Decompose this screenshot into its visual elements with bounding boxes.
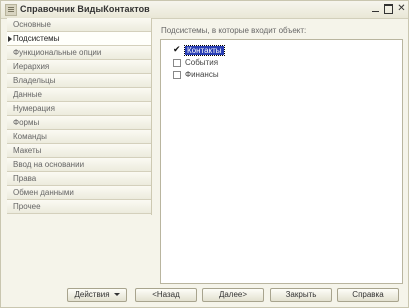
sidebar-item-label: Основные — [13, 20, 51, 29]
next-button[interactable]: Далее> — [202, 288, 264, 302]
sidebar-item-label: Формы — [13, 118, 40, 127]
window-title: Справочник ВидыКонтактов — [20, 4, 150, 14]
sidebar-item-main[interactable]: Основные — [7, 18, 151, 32]
sidebar-item-forms[interactable]: Формы — [7, 116, 151, 130]
arrow-right-icon — [8, 36, 12, 42]
app-icon — [5, 4, 17, 16]
sidebar-item-rights[interactable]: Права — [7, 172, 151, 186]
sidebar-item-other[interactable]: Прочее — [7, 200, 151, 214]
sidebar-item-numbering[interactable]: Нумерация — [7, 102, 151, 116]
sidebar-item-label: Прочее — [13, 202, 41, 211]
checkbox[interactable] — [173, 71, 181, 79]
sidebar-item-label: Подсистемы — [13, 34, 60, 43]
checkmark-icon[interactable]: ✔ — [173, 44, 181, 54]
checkbox[interactable] — [173, 59, 181, 67]
sidebar-item-label: Обмен данными — [13, 188, 74, 197]
sidebar-item-label: Владельцы — [13, 76, 56, 85]
sidebar-item-templates[interactable]: Макеты — [7, 144, 151, 158]
sidebar-item-owners[interactable]: Владельцы — [7, 74, 151, 88]
sidebar-item-label: Функциональные опции — [13, 48, 102, 57]
sidebar-item-hierarchy[interactable]: Иерархия — [7, 60, 151, 74]
subsystems-list: ✔ Контакты События Финансы — [160, 39, 403, 284]
sidebar-item-label: Макеты — [13, 146, 42, 155]
window: Справочник ВидыКонтактов ✕ Основные Подс… — [0, 0, 409, 308]
back-button[interactable]: <Назад — [135, 288, 197, 302]
maximize-icon[interactable] — [383, 3, 394, 14]
sidebar-item-functional-options[interactable]: Функциональные опции — [7, 46, 151, 60]
title-bar: Справочник ВидыКонтактов ✕ — [1, 1, 408, 19]
chevron-down-icon — [113, 293, 120, 297]
close-icon[interactable]: ✕ — [396, 3, 407, 14]
sidebar: Основные Подсистемы Функциональные опции… — [7, 18, 152, 215]
subsystem-label[interactable]: Контакты — [184, 45, 225, 56]
sidebar-item-label: Нумерация — [13, 104, 55, 113]
close-button[interactable]: Закрыть — [270, 288, 332, 302]
actions-button[interactable]: Действия — [67, 288, 127, 302]
sidebar-item-label: Иерархия — [13, 62, 50, 71]
sidebar-item-label: Команды — [13, 132, 47, 141]
sidebar-item-data[interactable]: Данные — [7, 88, 151, 102]
sidebar-item-label: Права — [13, 174, 37, 183]
content-heading: Подсистемы, в которые входит объект: — [161, 26, 307, 35]
subsystem-label[interactable]: События — [185, 58, 218, 67]
sidebar-item-commands[interactable]: Команды — [7, 130, 151, 144]
sidebar-item-input-based-on[interactable]: Ввод на основании — [7, 158, 151, 172]
sidebar-item-label: Ввод на основании — [13, 160, 85, 169]
actions-button-label: Действия — [74, 290, 110, 299]
help-button[interactable]: Справка — [337, 288, 399, 302]
sidebar-item-label: Данные — [13, 90, 42, 99]
minimize-icon[interactable] — [370, 3, 381, 14]
sidebar-item-subsystems[interactable]: Подсистемы — [7, 32, 151, 46]
subsystem-label[interactable]: Финансы — [185, 70, 219, 79]
content-area: Подсистемы, в которые входит объект: ✔ К… — [155, 18, 404, 284]
sidebar-item-data-exchange[interactable]: Обмен данными — [7, 186, 151, 200]
